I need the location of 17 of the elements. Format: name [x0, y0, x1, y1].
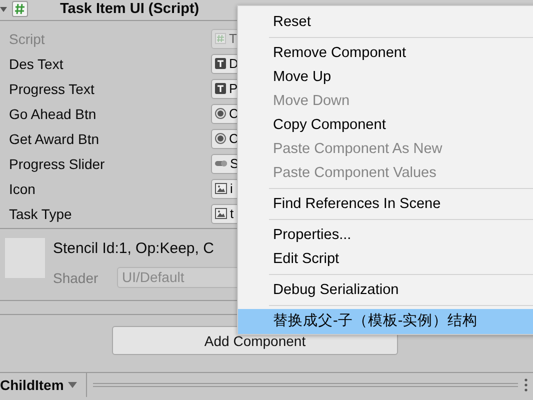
- field-value: P: [229, 81, 238, 96]
- field-value: T: [229, 31, 237, 46]
- property-label: Icon: [8, 180, 36, 196]
- property-label: Go Ahead Btn: [8, 106, 98, 122]
- property-label: Script: [8, 30, 46, 46]
- field-value: t: [230, 206, 234, 221]
- property-label: Progress Slider: [8, 156, 106, 172]
- property-label: Get Award Btn: [8, 130, 100, 146]
- property-label: Des Text: [8, 56, 64, 72]
- material-name: Stencil Id:1, Op:Keep, C: [53, 240, 215, 257]
- field-value: C: [229, 131, 238, 146]
- property-label: Task Type: [8, 206, 73, 222]
- property-label: Progress Text: [8, 80, 96, 96]
- field-value: C: [229, 106, 238, 121]
- field-value: i: [230, 181, 233, 196]
- component-title: Task Item UI (Script): [60, 1, 200, 17]
- shader-label: Shader: [53, 270, 100, 286]
